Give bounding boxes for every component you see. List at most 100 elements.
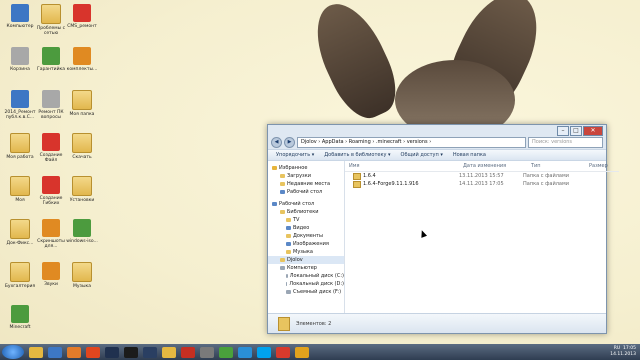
window-titlebar[interactable]: – □ ✕ xyxy=(268,125,606,136)
desktop-icon-item[interactable]: CMS_ремонт xyxy=(64,4,100,29)
app-taskbar-icon[interactable] xyxy=(200,346,214,358)
desktop-icon-item[interactable]: windows-iso... xyxy=(64,219,100,244)
desktop-item-icon xyxy=(11,90,29,108)
back-icon[interactable]: ◀ xyxy=(271,137,282,148)
nav-user[interactable]: Djolov xyxy=(268,256,344,264)
app2-taskbar-icon[interactable] xyxy=(295,346,309,358)
music-icon xyxy=(286,250,291,254)
desktop-item-label: комплекты... xyxy=(66,67,98,72)
column-date[interactable]: Дата изменения xyxy=(459,161,527,171)
organize-button[interactable]: Упорядочить ▾ xyxy=(276,152,314,158)
drive-icon xyxy=(286,274,288,278)
add-library-button[interactable]: Добавить в библиотеку ▾ xyxy=(324,152,390,158)
desktop-icon-item[interactable]: Музыка xyxy=(64,262,100,289)
new-folder-button[interactable]: Новая папка xyxy=(453,152,486,158)
nav-label: Недавние места xyxy=(287,181,331,187)
filezilla-taskbar-icon[interactable] xyxy=(181,346,195,358)
desktop-item-icon xyxy=(72,176,92,196)
maximize-button[interactable]: □ xyxy=(570,126,582,136)
close-button[interactable]: ✕ xyxy=(583,126,603,136)
nav-downloads[interactable]: Загрузки xyxy=(268,172,344,180)
nav-recent[interactable]: Недавние места xyxy=(268,180,344,188)
drive-icon xyxy=(286,282,288,286)
nav-removable[interactable]: Съемный диск (F:) xyxy=(268,288,344,296)
desktop-item-label: Скачать xyxy=(72,155,92,160)
media-taskbar-icon[interactable] xyxy=(67,346,81,358)
search-input[interactable]: Поиск: versions xyxy=(528,137,603,148)
desktop-item-icon xyxy=(42,262,60,280)
nav-tv[interactable]: TV xyxy=(268,216,344,224)
nav-label: Djolov xyxy=(287,257,303,263)
explorer-taskbar-icon[interactable] xyxy=(29,346,43,358)
file-type: Папка с файлами xyxy=(523,181,569,187)
folder-taskbar-icon[interactable] xyxy=(162,346,176,358)
desktop-item-icon xyxy=(10,133,30,153)
photoshop-taskbar-icon[interactable] xyxy=(105,346,119,358)
share-button[interactable]: Общий доступ ▾ xyxy=(401,152,443,158)
desktop-icon-item[interactable]: Скачать xyxy=(64,133,100,160)
column-type[interactable]: Тип xyxy=(527,161,585,171)
nav-desktop[interactable]: Рабочий стол xyxy=(268,200,344,208)
folder-icon xyxy=(278,316,290,331)
recorder2-taskbar-icon[interactable] xyxy=(276,346,290,358)
start-button[interactable] xyxy=(2,345,24,359)
nav-libraries[interactable]: Библиотеки xyxy=(268,208,344,216)
star-icon xyxy=(272,166,277,170)
nav-computer[interactable]: Компьютер xyxy=(268,264,344,272)
desktop-icon-item[interactable]: Установки xyxy=(64,176,100,203)
nav-desktop-favorite[interactable]: Рабочий стол xyxy=(268,188,344,196)
file-date: 13.11.2013 15:57 xyxy=(459,173,504,179)
nav-label: Библиотеки xyxy=(287,209,319,215)
desktop-item-label: CMS_ремонт xyxy=(67,24,97,29)
desktop-item-icon xyxy=(11,47,29,65)
minimize-button[interactable]: – xyxy=(557,126,569,136)
recorder-taskbar-icon[interactable] xyxy=(143,346,157,358)
file-row[interactable]: 1.6.4 13.11.2013 15:57 Папка с файлами xyxy=(345,172,619,180)
firefox-taskbar-icon[interactable] xyxy=(86,346,100,358)
ie-taskbar-icon[interactable] xyxy=(48,346,62,358)
user-folder-icon xyxy=(280,258,285,262)
nav-label: Музыка xyxy=(293,249,313,255)
chrome-taskbar-icon[interactable] xyxy=(219,346,233,358)
desktop-icon-item[interactable]: Minecraft xyxy=(2,305,38,330)
language-indicator[interactable]: RU xyxy=(614,346,620,351)
desktop-item-label: Minecraft xyxy=(9,325,31,330)
nav-label: Локальный диск (C:) xyxy=(289,273,344,279)
desktop-icon-item[interactable]: комплекты... xyxy=(64,47,100,72)
column-name[interactable]: Имя xyxy=(345,161,459,171)
nav-music[interactable]: Музыка xyxy=(268,248,344,256)
nav-video[interactable]: Видео xyxy=(268,224,344,232)
file-name: 1.6.4 xyxy=(363,173,376,179)
terminal-taskbar-icon[interactable] xyxy=(124,346,138,358)
desktop-icon-item[interactable]: Моя папка xyxy=(64,90,100,117)
command-bar: Упорядочить ▾ Добавить в библиотеку ▾ Об… xyxy=(268,149,606,161)
nav-favorites[interactable]: Избранное xyxy=(268,164,344,172)
video-icon xyxy=(286,226,291,230)
nav-label: Компьютер xyxy=(287,265,317,271)
desktop-item-icon xyxy=(10,262,30,282)
desktop-item-icon xyxy=(72,133,92,153)
file-row[interactable]: 1.6.4-Forge9.11.1.916 14.11.2013 17:05 П… xyxy=(345,180,619,188)
forward-icon[interactable]: ▶ xyxy=(284,137,295,148)
folder-icon xyxy=(286,218,291,222)
nav-disk-d[interactable]: Локальный диск (D:) xyxy=(268,280,344,288)
nav-images[interactable]: Изображения xyxy=(268,240,344,248)
desktop-item-icon xyxy=(42,90,60,108)
explorer-window: – □ ✕ ◀ ▶ Djolov › AppData › Roaming › .… xyxy=(267,124,619,334)
folder-icon xyxy=(353,172,361,180)
network-taskbar-icon[interactable] xyxy=(238,346,252,358)
skype-taskbar-icon[interactable] xyxy=(257,346,271,358)
desktop-item-icon xyxy=(73,219,91,237)
nav-label: Рабочий стол xyxy=(279,201,315,207)
clock-date: 14.11.2013 xyxy=(610,352,636,357)
nav-label: Документы xyxy=(293,233,323,239)
system-tray[interactable]: RU 17:05 14.11.2013 xyxy=(610,346,636,358)
nav-documents[interactable]: Документы xyxy=(268,232,344,240)
address-bar[interactable]: Djolov › AppData › Roaming › .minecraft … xyxy=(297,137,526,148)
column-headers: Имя Дата изменения Тип Размер xyxy=(345,161,619,172)
column-size[interactable]: Размер xyxy=(585,161,619,171)
folder-icon xyxy=(280,174,285,178)
desktop-item-icon xyxy=(11,305,29,323)
computer-icon xyxy=(280,266,285,270)
nav-disk-c[interactable]: Локальный диск (C:) xyxy=(268,272,344,280)
